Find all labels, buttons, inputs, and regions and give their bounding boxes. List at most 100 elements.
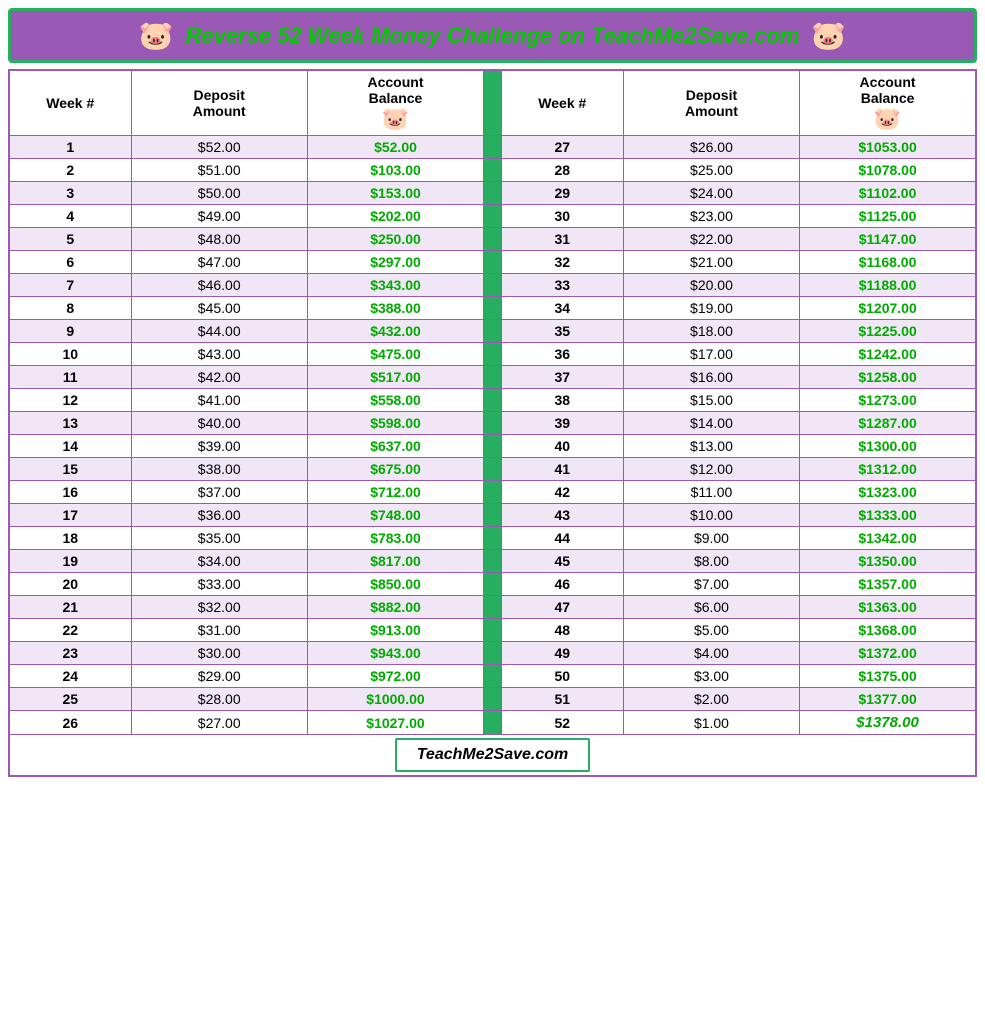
deposit-right: $23.00 xyxy=(623,205,799,228)
balance-right: $1372.00 xyxy=(800,642,976,665)
week-num-right: 30 xyxy=(501,205,623,228)
week-num-left: 1 xyxy=(9,136,131,159)
row-divider xyxy=(484,389,502,412)
table-row: 24$29.00$972.0050$3.00$1375.00 xyxy=(9,665,976,688)
col-week-left: Week # xyxy=(9,70,131,136)
deposit-left: $51.00 xyxy=(131,159,307,182)
week-num-right: 33 xyxy=(501,274,623,297)
row-divider xyxy=(484,435,502,458)
row-divider xyxy=(484,274,502,297)
week-num-left: 23 xyxy=(9,642,131,665)
deposit-right: $3.00 xyxy=(623,665,799,688)
balance-right: $1342.00 xyxy=(800,527,976,550)
deposit-right: $17.00 xyxy=(623,343,799,366)
week-num-left: 25 xyxy=(9,688,131,711)
week-num-left: 10 xyxy=(9,343,131,366)
deposit-left: $31.00 xyxy=(131,619,307,642)
deposit-right: $20.00 xyxy=(623,274,799,297)
table-row: 2$51.00$103.0028$25.00$1078.00 xyxy=(9,159,976,182)
balance-left: $1000.00 xyxy=(307,688,483,711)
week-num-right: 44 xyxy=(501,527,623,550)
table-row: 19$34.00$817.0045$8.00$1350.00 xyxy=(9,550,976,573)
table-row: 11$42.00$517.0037$16.00$1258.00 xyxy=(9,366,976,389)
deposit-right: $2.00 xyxy=(623,688,799,711)
balance-left: $103.00 xyxy=(307,159,483,182)
deposit-right: $24.00 xyxy=(623,182,799,205)
table-row: 13$40.00$598.0039$14.00$1287.00 xyxy=(9,412,976,435)
row-divider xyxy=(484,527,502,550)
pig-icon-left: 🐷 xyxy=(139,19,174,52)
balance-right: $1375.00 xyxy=(800,665,976,688)
week-num-right: 52 xyxy=(501,711,623,735)
deposit-left: $46.00 xyxy=(131,274,307,297)
deposit-right: $26.00 xyxy=(623,136,799,159)
deposit-right: $25.00 xyxy=(623,159,799,182)
row-divider xyxy=(484,481,502,504)
table-row: 10$43.00$475.0036$17.00$1242.00 xyxy=(9,343,976,366)
week-num-right: 51 xyxy=(501,688,623,711)
week-num-left: 16 xyxy=(9,481,131,504)
col-deposit-left: DepositAmount xyxy=(131,70,307,136)
week-num-right: 41 xyxy=(501,458,623,481)
week-num-right: 48 xyxy=(501,619,623,642)
week-num-left: 11 xyxy=(9,366,131,389)
balance-right: $1053.00 xyxy=(800,136,976,159)
deposit-left: $32.00 xyxy=(131,596,307,619)
table-row: 12$41.00$558.0038$15.00$1273.00 xyxy=(9,389,976,412)
row-divider xyxy=(484,619,502,642)
week-num-right: 28 xyxy=(501,159,623,182)
deposit-left: $35.00 xyxy=(131,527,307,550)
balance-left: $817.00 xyxy=(307,550,483,573)
balance-right: $1207.00 xyxy=(800,297,976,320)
week-num-left: 5 xyxy=(9,228,131,251)
deposit-right: $6.00 xyxy=(623,596,799,619)
row-divider xyxy=(484,550,502,573)
deposit-left: $37.00 xyxy=(131,481,307,504)
week-num-left: 13 xyxy=(9,412,131,435)
row-divider xyxy=(484,573,502,596)
balance-left: $637.00 xyxy=(307,435,483,458)
page-header: 🐷 Reverse 52 Week Money Challenge on Tea… xyxy=(8,8,977,63)
page-wrapper: 🐷 Reverse 52 Week Money Challenge on Tea… xyxy=(0,0,985,785)
deposit-right: $14.00 xyxy=(623,412,799,435)
deposit-left: $41.00 xyxy=(131,389,307,412)
row-divider xyxy=(484,688,502,711)
balance-left: $598.00 xyxy=(307,412,483,435)
deposit-left: $33.00 xyxy=(131,573,307,596)
table-row: 26$27.00$1027.0052$1.00$1378.00 xyxy=(9,711,976,735)
deposit-left: $52.00 xyxy=(131,136,307,159)
table-row: 15$38.00$675.0041$12.00$1312.00 xyxy=(9,458,976,481)
table-row: 5$48.00$250.0031$22.00$1147.00 xyxy=(9,228,976,251)
table-row: 17$36.00$748.0043$10.00$1333.00 xyxy=(9,504,976,527)
week-num-left: 7 xyxy=(9,274,131,297)
week-num-left: 21 xyxy=(9,596,131,619)
balance-right: $1312.00 xyxy=(800,458,976,481)
table-row: 18$35.00$783.0044$9.00$1342.00 xyxy=(9,527,976,550)
row-divider xyxy=(484,642,502,665)
deposit-right: $5.00 xyxy=(623,619,799,642)
deposit-right: $16.00 xyxy=(623,366,799,389)
balance-left: $1027.00 xyxy=(307,711,483,735)
main-table: Week # DepositAmount AccountBalance🐷 Wee… xyxy=(8,69,977,777)
week-num-right: 47 xyxy=(501,596,623,619)
deposit-right: $4.00 xyxy=(623,642,799,665)
table-row: 6$47.00$297.0032$21.00$1168.00 xyxy=(9,251,976,274)
week-num-right: 34 xyxy=(501,297,623,320)
week-num-right: 43 xyxy=(501,504,623,527)
col-balance-right: AccountBalance🐷 xyxy=(800,70,976,136)
deposit-left: $27.00 xyxy=(131,711,307,735)
balance-right: $1147.00 xyxy=(800,228,976,251)
week-num-left: 8 xyxy=(9,297,131,320)
balance-left: $52.00 xyxy=(307,136,483,159)
balance-left: $432.00 xyxy=(307,320,483,343)
week-num-right: 31 xyxy=(501,228,623,251)
balance-left: $712.00 xyxy=(307,481,483,504)
table-row: 22$31.00$913.0048$5.00$1368.00 xyxy=(9,619,976,642)
row-divider xyxy=(484,159,502,182)
week-num-left: 3 xyxy=(9,182,131,205)
balance-right: $1363.00 xyxy=(800,596,976,619)
week-num-left: 19 xyxy=(9,550,131,573)
week-num-left: 20 xyxy=(9,573,131,596)
week-num-left: 12 xyxy=(9,389,131,412)
deposit-left: $34.00 xyxy=(131,550,307,573)
